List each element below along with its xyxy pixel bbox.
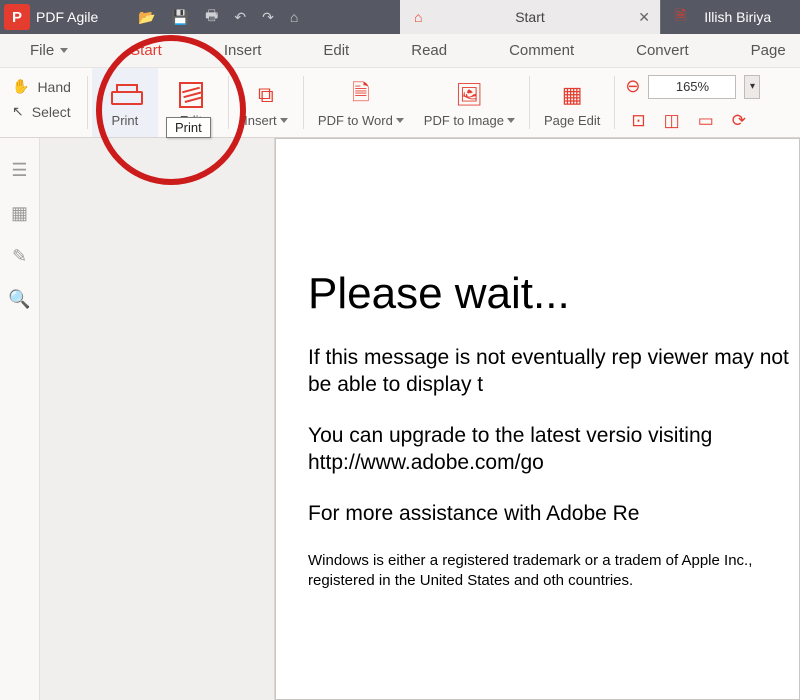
page-gutter — [40, 138, 275, 700]
menu-edit[interactable]: Edit — [313, 34, 359, 67]
separator — [614, 76, 615, 129]
select-label: Select — [32, 104, 71, 120]
fit-width-icon[interactable]: ▭ — [698, 111, 714, 131]
menu-file-label: File — [30, 42, 54, 59]
home-icon[interactable]: ⌂ — [290, 9, 298, 25]
separator — [87, 76, 88, 129]
printer-icon — [111, 80, 139, 110]
app-logo: P — [4, 4, 30, 30]
print-label: Print — [112, 113, 139, 128]
ribbon: ✋ Hand ↖ Select Print Edit ⧉ Insert 🗎 PD… — [0, 68, 800, 138]
doc-heading: Please wait... — [308, 269, 799, 319]
pdf-to-word-button[interactable]: 🗎 PDF to Word — [308, 68, 414, 137]
doc-paragraph-1: If this message is not eventually rep vi… — [308, 345, 799, 399]
outline-icon[interactable]: ☰ — [11, 160, 27, 181]
fit-page-icon[interactable]: ◫ — [664, 111, 680, 131]
hand-label: Hand — [37, 79, 70, 95]
cursor-icon: ↖ — [12, 103, 24, 120]
page-edit-label: Page Edit — [544, 113, 600, 128]
menu-read[interactable]: Read — [401, 34, 457, 67]
tab-document-label: Illish Biriya — [704, 9, 771, 25]
hand-tool[interactable]: ✋ Hand — [12, 78, 71, 95]
tab-start-label: Start — [515, 9, 545, 25]
pdf-to-word-label: PDF to Word — [318, 113, 404, 128]
select-tool[interactable]: ↖ Select — [12, 103, 71, 120]
zoom-dropdown[interactable]: ▾ — [744, 75, 760, 99]
word-icon: 🗎 — [352, 80, 370, 110]
zoom-value[interactable]: 165% — [648, 75, 736, 99]
tab-document[interactable]: 🗎 Illish Biriya — [660, 0, 800, 34]
chevron-down-icon — [60, 48, 68, 53]
hand-icon: ✋ — [12, 78, 29, 95]
title-bar: P PDF Agile 📂 💾 🖶 ↶ ↷ ⌂ ⌂ Start ✕ 🗎 Illi… — [0, 0, 800, 34]
separator — [529, 76, 530, 129]
close-tab-icon[interactable]: ✕ — [638, 9, 650, 26]
ribbon-tabs: File Start Insert Edit Read Comment Conv… — [0, 34, 800, 68]
menu-comment[interactable]: Comment — [499, 34, 584, 67]
zoom-out-icon[interactable]: ⊖ — [625, 76, 640, 97]
document-page[interactable]: Please wait... If this message is not ev… — [275, 138, 800, 700]
file-tab-icon: 🗎 — [675, 5, 686, 29]
insert-icon: ⧉ — [258, 80, 274, 110]
menu-start[interactable]: Start — [120, 34, 172, 67]
menu-page[interactable]: Page — [741, 34, 796, 67]
selection-tools: ✋ Hand ↖ Select — [0, 68, 83, 137]
workspace: ☰ ▦ ✎ 🔍 Please wait... If this message i… — [0, 138, 800, 700]
print-tooltip: Print — [166, 117, 211, 138]
insert-button[interactable]: ⧉ Insert — [233, 68, 299, 137]
pdf-to-image-label: PDF to Image — [424, 113, 515, 128]
quick-access-toolbar: 📂 💾 🖶 ↶ ↷ ⌂ — [138, 5, 298, 29]
open-icon[interactable]: 📂 — [138, 9, 155, 26]
search-icon[interactable]: 🔍 — [8, 289, 30, 310]
doc-paragraph-2: You can upgrade to the latest versio vis… — [308, 423, 799, 477]
pdf-to-image-button[interactable]: 🖼 PDF to Image — [414, 68, 525, 137]
side-panel: ☰ ▦ ✎ 🔍 — [0, 138, 40, 700]
page-edit-button[interactable]: ▦ Page Edit — [534, 68, 610, 137]
redo-icon[interactable]: ↷ — [262, 9, 274, 26]
save-icon[interactable]: 💾 — [172, 9, 189, 26]
separator — [228, 76, 229, 129]
menu-file[interactable]: File — [20, 34, 78, 67]
insert-label: Insert — [244, 113, 288, 128]
document-tabs: ⌂ Start ✕ 🗎 Illish Biriya — [400, 0, 800, 34]
doc-paragraph-3: For more assistance with Adobe Re — [308, 501, 799, 528]
chevron-down-icon — [396, 118, 404, 123]
tab-start[interactable]: ⌂ Start ✕ — [400, 0, 660, 34]
print-icon[interactable]: 🖶 — [205, 5, 218, 29]
zoom-group: ⊖ 165% ▾ ⊡ ◫ ▭ ⟳ — [619, 68, 766, 137]
thumbnails-icon[interactable]: ▦ — [11, 203, 28, 224]
home-tab-icon: ⌂ — [414, 9, 422, 25]
menu-convert[interactable]: Convert — [626, 34, 699, 67]
actual-size-icon[interactable]: ⊡ — [631, 111, 645, 131]
app-title: PDF Agile — [36, 9, 98, 25]
rotate-icon[interactable]: ⟳ — [732, 111, 746, 131]
print-button[interactable]: Print — [92, 68, 158, 137]
undo-icon[interactable]: ↶ — [234, 9, 246, 26]
image-icon: 🖼 — [455, 80, 483, 110]
chevron-down-icon — [280, 118, 288, 123]
menu-insert[interactable]: Insert — [214, 34, 272, 67]
grid-icon: ▦ — [562, 80, 583, 110]
separator — [303, 76, 304, 129]
doc-paragraph-4: Windows is either a registered trademark… — [308, 551, 799, 590]
edit-doc-icon — [179, 80, 203, 110]
annotations-icon[interactable]: ✎ — [12, 246, 27, 267]
chevron-down-icon — [507, 118, 515, 123]
